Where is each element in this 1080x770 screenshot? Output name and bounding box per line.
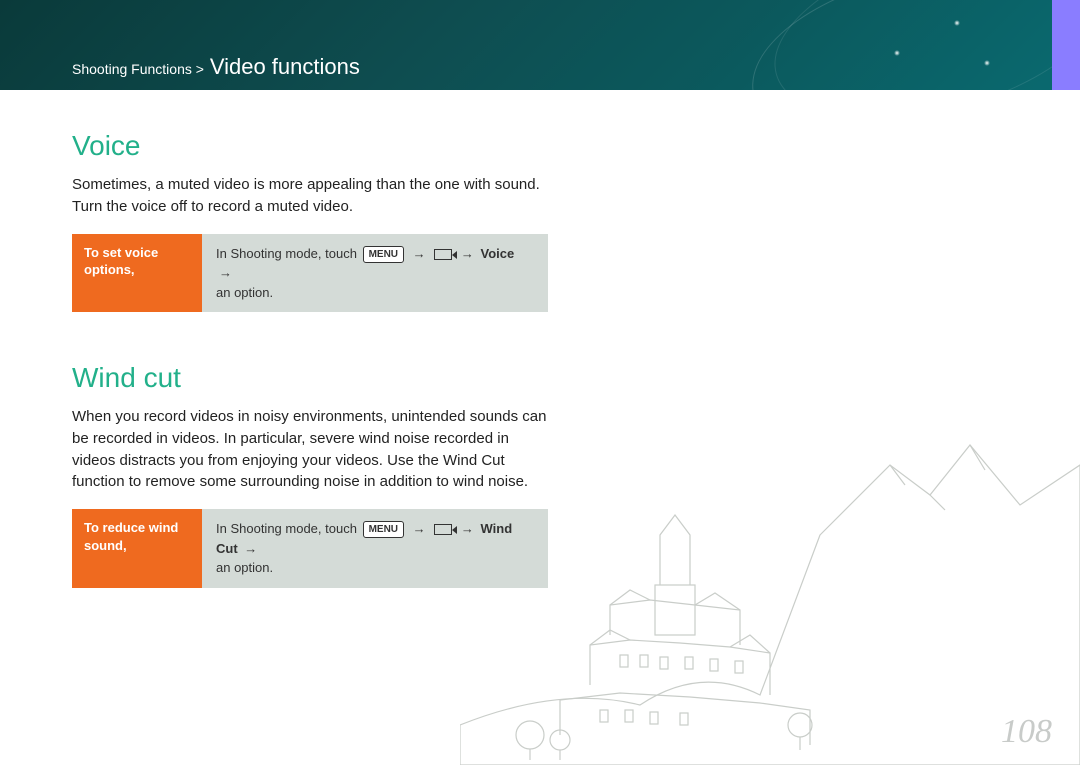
instruction-prefix: In Shooting mode, touch	[216, 521, 357, 536]
menu-button-icon: MENU	[363, 521, 404, 538]
menu-button-icon: MENU	[363, 246, 404, 263]
instruction-voice: In Shooting mode, touch MENU → → Voice →…	[202, 234, 548, 313]
video-mode-icon	[434, 249, 452, 260]
header-band: Shooting Functions > Video functions	[0, 0, 1080, 90]
video-mode-icon	[434, 524, 452, 535]
instruction-prefix: In Shooting mode, touch	[216, 246, 357, 261]
instruction-suffix: an option.	[216, 285, 273, 300]
path-voice: Voice	[481, 246, 515, 261]
body-text-windcut: When you record videos in noisy environm…	[72, 406, 548, 493]
instruction-row-voice: To set voice options, In Shooting mode, …	[72, 234, 548, 313]
sparkle-icon	[984, 60, 990, 66]
page-content: Voice Sometimes, a muted video is more a…	[0, 90, 620, 588]
instruction-windcut: In Shooting mode, touch MENU → → Wind Cu…	[202, 509, 548, 588]
arrow-icon: →	[413, 246, 426, 261]
section-title-voice: Voice	[72, 130, 548, 162]
breadcrumb-section: Video functions	[210, 54, 360, 79]
breadcrumb: Shooting Functions > Video functions	[72, 54, 360, 80]
arrow-icon: →	[413, 521, 426, 536]
instruction-row-windcut: To reduce wind sound, In Shooting mode, …	[72, 509, 548, 588]
body-text-voice: Sometimes, a muted video is more appeali…	[72, 174, 548, 218]
decorative-curve	[755, 0, 1080, 90]
arrow-icon: →	[461, 521, 474, 536]
arrow-icon: →	[461, 246, 474, 261]
arrow-icon: →	[244, 541, 257, 556]
sparkle-icon	[894, 50, 900, 56]
section-title-windcut: Wind cut	[72, 362, 548, 394]
arrow-icon: →	[219, 265, 232, 280]
callout-label-windcut: To reduce wind sound,	[72, 509, 202, 588]
instruction-suffix: an option.	[216, 560, 273, 575]
callout-label-voice: To set voice options,	[72, 234, 202, 313]
side-tab	[1052, 0, 1080, 90]
page-number: 108	[1001, 713, 1052, 751]
sparkle-icon	[954, 20, 960, 26]
breadcrumb-parent: Shooting Functions >	[72, 61, 204, 77]
